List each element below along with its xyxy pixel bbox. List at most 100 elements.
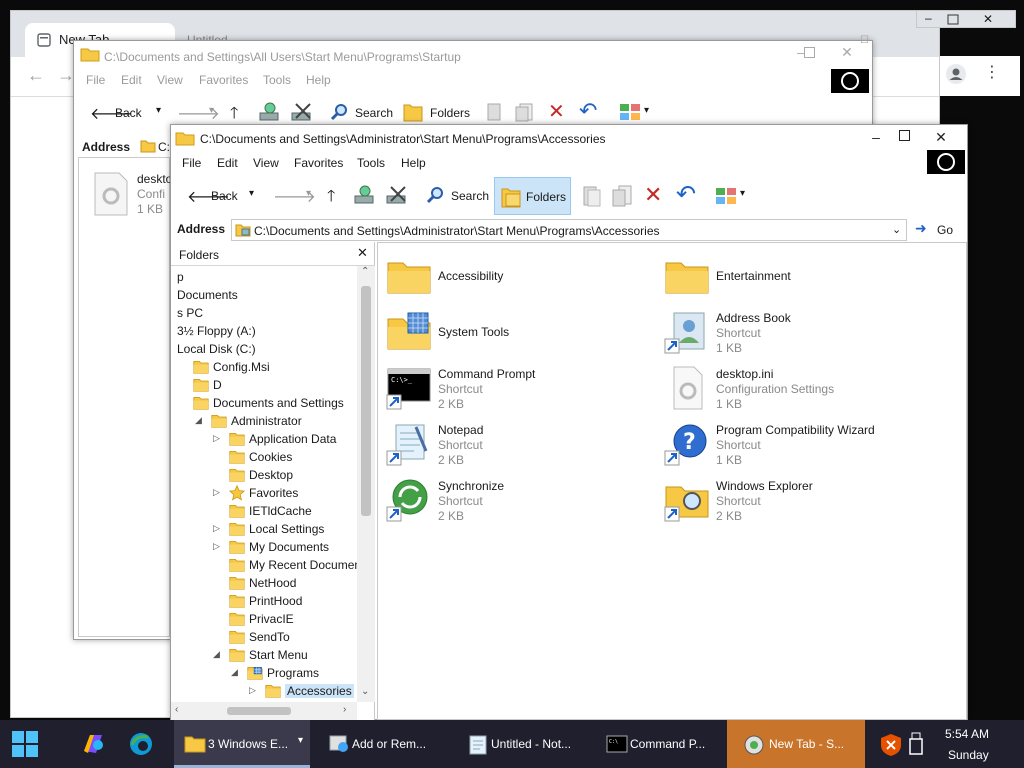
scroll-down-icon[interactable]: ⌄ xyxy=(361,686,369,697)
folders-button[interactable]: Folders xyxy=(494,177,571,215)
file-item[interactable]: Accessibility xyxy=(386,253,656,303)
file-item[interactable]: System Tools xyxy=(386,309,656,359)
map-drive-icon[interactable] xyxy=(258,101,282,123)
back-dropdown-icon[interactable]: ▾ xyxy=(156,105,161,116)
file-item[interactable]: Address Book Shortcut 1 KB xyxy=(664,309,934,359)
folders-icon[interactable] xyxy=(402,101,424,123)
copy-to-icon[interactable] xyxy=(611,184,635,208)
taskbar-notepad-button[interactable]: Untitled - Not... xyxy=(458,720,596,768)
browser-back-icon[interactable]: ← xyxy=(27,65,45,86)
scroll-up-icon[interactable]: ⌃ xyxy=(361,266,369,277)
browser-menu-icon[interactable]: ⋮ xyxy=(984,62,1000,82)
taskbar-browser-button[interactable]: New Tab - S... xyxy=(727,720,865,768)
map-drive-icon[interactable] xyxy=(353,184,377,206)
disconnect-drive-icon[interactable] xyxy=(385,184,409,206)
go-button-label[interactable]: Go xyxy=(937,223,953,237)
menu-view[interactable]: View xyxy=(157,73,183,87)
search-button-label[interactable]: Search xyxy=(451,189,489,203)
hscroll-thumb[interactable] xyxy=(227,707,291,715)
search-icon[interactable] xyxy=(426,186,444,204)
delete-icon[interactable]: ✕ xyxy=(644,182,662,208)
close-button[interactable]: ✕ xyxy=(926,126,956,148)
file-item[interactable]: Windows Explorer Shortcut 2 KB xyxy=(664,477,934,527)
clock-day[interactable]: Sunday xyxy=(948,748,989,762)
file-item[interactable]: Entertainment xyxy=(664,253,934,303)
clock-time[interactable]: 5:54 AM xyxy=(945,727,989,741)
maximize-button[interactable] xyxy=(804,47,815,58)
address-dropdown-icon[interactable]: ⌄ xyxy=(892,223,901,236)
views-dropdown-icon[interactable]: ▾ xyxy=(740,188,745,199)
expand-icon[interactable]: ▷ xyxy=(213,487,220,498)
back-window-maximize-icon[interactable]: ☐ xyxy=(860,35,869,46)
collapse-icon[interactable]: ◢ xyxy=(195,415,202,426)
menu-file[interactable]: File xyxy=(182,156,201,170)
tree-vertical-scrollbar[interactable]: ⌃ ⌄ xyxy=(357,266,375,702)
menu-favorites[interactable]: Favorites xyxy=(199,73,248,87)
views-dropdown-icon[interactable]: ▾ xyxy=(644,105,649,116)
scroll-left-icon[interactable]: ‹ xyxy=(175,704,178,715)
forward-dropdown-icon[interactable]: ▾ xyxy=(209,105,214,116)
close-button[interactable]: ✕ xyxy=(832,41,862,63)
copilot-icon[interactable] xyxy=(80,731,106,757)
menu-tools[interactable]: Tools xyxy=(263,73,291,87)
copy-to-icon[interactable] xyxy=(514,101,536,123)
taskbar-explorer-button[interactable]: 3 Windows E... ▾ xyxy=(174,720,310,768)
edge-icon[interactable] xyxy=(128,731,154,757)
folders-button-label[interactable]: Folders xyxy=(430,106,470,120)
address-value[interactable]: C: xyxy=(158,140,170,154)
folders-pane-close-icon[interactable]: ✕ xyxy=(357,245,368,261)
views-icon[interactable] xyxy=(619,102,641,122)
forward-dropdown-icon[interactable]: ▾ xyxy=(306,188,311,199)
minimize-button[interactable]: – xyxy=(861,126,891,148)
search-button-label[interactable]: Search xyxy=(355,106,393,120)
file-item[interactable]: C:\>_ Command Prompt Shortcut 2 KB xyxy=(386,365,656,415)
menu-help[interactable]: Help xyxy=(306,73,331,87)
browser-restore-button[interactable] xyxy=(947,14,959,25)
disconnect-drive-icon[interactable] xyxy=(290,101,314,123)
security-shield-icon[interactable] xyxy=(880,733,902,757)
profile-icon[interactable] xyxy=(946,64,966,84)
browser-minimize-button[interactable]: – xyxy=(925,11,932,25)
file-item[interactable]: desktop.ini Configuration Settings 1 KB xyxy=(664,365,934,415)
back-button-label[interactable]: Back xyxy=(115,106,142,120)
taskbar-explorer-dropdown-icon[interactable]: ▾ xyxy=(298,735,303,746)
address-field[interactable]: C:\Documents and Settings\Administrator\… xyxy=(231,219,907,241)
undo-icon[interactable]: ↶ xyxy=(676,180,696,209)
menu-tools[interactable]: Tools xyxy=(357,156,385,170)
up-folder-icon[interactable]: 🡑 xyxy=(327,185,335,212)
go-arrow-icon[interactable]: ➜ xyxy=(915,220,927,237)
back-dropdown-icon[interactable]: ▾ xyxy=(249,188,254,199)
menu-view[interactable]: View xyxy=(253,156,279,170)
file-item[interactable]: Notepad Shortcut 2 KB xyxy=(386,421,656,471)
tree-horizontal-scrollbar[interactable]: ‹ › xyxy=(171,702,357,720)
menu-edit[interactable]: Edit xyxy=(121,73,142,87)
maximize-button[interactable] xyxy=(899,130,910,141)
expand-icon[interactable]: ▷ xyxy=(213,541,220,552)
scroll-right-icon[interactable]: › xyxy=(343,704,346,715)
collapse-icon[interactable]: ◢ xyxy=(213,649,220,660)
delete-icon[interactable]: ✕ xyxy=(548,99,565,124)
browser-close-button[interactable]: ✕ xyxy=(983,12,993,26)
expand-icon[interactable]: ▷ xyxy=(213,433,220,444)
collapse-icon[interactable]: ◢ xyxy=(231,667,238,678)
menu-help[interactable]: Help xyxy=(401,156,426,170)
menu-favorites[interactable]: Favorites xyxy=(294,156,343,170)
search-icon[interactable] xyxy=(330,103,348,121)
back-button-label[interactable]: Back xyxy=(211,189,238,203)
taskbar-cmd-button[interactable]: C:\ Command P... xyxy=(596,720,724,768)
file-item[interactable]: deskto Confi 1 KB xyxy=(89,168,175,218)
expand-icon[interactable]: ▷ xyxy=(249,685,256,696)
move-to-icon[interactable] xyxy=(580,184,602,208)
usb-drive-icon[interactable] xyxy=(908,732,924,756)
expand-icon[interactable]: ▷ xyxy=(213,523,220,534)
taskbar-addremove-button[interactable]: Add or Rem... xyxy=(318,720,458,768)
menu-file[interactable]: File xyxy=(86,73,105,87)
scroll-thumb[interactable] xyxy=(361,286,371,516)
start-icon[interactable] xyxy=(12,731,38,757)
views-icon[interactable] xyxy=(715,186,737,206)
menu-edit[interactable]: Edit xyxy=(217,156,238,170)
file-item[interactable]: ? Program Compatibility Wizard Shortcut 1 K… xyxy=(664,421,934,471)
file-item[interactable]: Synchronize Shortcut 2 KB xyxy=(386,477,656,527)
undo-icon[interactable]: ↶ xyxy=(579,98,597,124)
move-to-icon[interactable] xyxy=(484,101,506,123)
